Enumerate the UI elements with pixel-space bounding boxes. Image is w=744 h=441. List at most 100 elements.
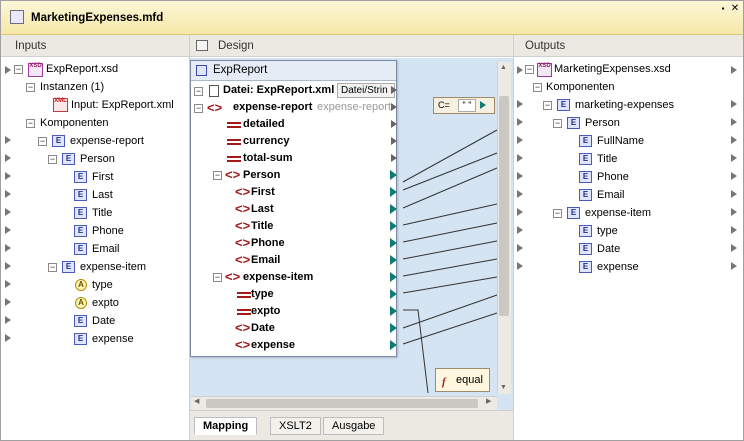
tree-item-person[interactable]: Person [80, 150, 115, 168]
input-port-icon[interactable] [517, 262, 523, 270]
output-port-icon[interactable] [731, 66, 737, 74]
tree-item-email[interactable]: Email [92, 240, 120, 258]
connected-port-icon[interactable] [390, 255, 397, 265]
output-port-icon[interactable] [731, 100, 737, 108]
node-expto[interactable]: expto [251, 303, 280, 320]
input-port-icon[interactable] [517, 154, 523, 162]
collapse-toggle[interactable]: − [14, 65, 23, 74]
tree-item-marketing-expenses[interactable]: marketing-expenses [575, 96, 674, 114]
output-port-icon[interactable] [731, 208, 737, 216]
input-port-icon[interactable] [517, 208, 523, 216]
file-string-button[interactable]: Datei/Strin [337, 83, 395, 98]
node-last[interactable]: Last [251, 201, 274, 218]
tree-item-expense-report[interactable]: expense-report [70, 132, 144, 150]
output-port-icon[interactable] [5, 334, 11, 342]
component-expreport[interactable]: ExpReport − Datei: ExpReport.xml Datei/S… [190, 60, 397, 357]
collapse-toggle[interactable]: − [194, 104, 203, 113]
connected-port-icon[interactable] [390, 306, 397, 316]
connected-port-icon[interactable] [390, 323, 397, 333]
collapse-toggle[interactable]: − [26, 119, 35, 128]
output-port-icon[interactable] [391, 103, 397, 111]
tree-item-expense[interactable]: expense [597, 258, 639, 276]
output-port-icon[interactable] [391, 120, 397, 128]
tree-item-xsd[interactable]: ExpReport.xsd [46, 60, 118, 78]
node-expense[interactable]: expense [251, 337, 295, 354]
input-port-icon[interactable] [517, 100, 523, 108]
collapse-toggle[interactable]: − [38, 137, 47, 146]
input-port-icon[interactable] [517, 244, 523, 252]
tree-item-components[interactable]: Komponenten [546, 78, 615, 96]
scroll-up-icon[interactable]: ▲ [500, 64, 507, 71]
output-port-icon[interactable] [391, 86, 397, 94]
input-port-icon[interactable] [517, 136, 523, 144]
connected-port-icon[interactable] [390, 221, 397, 231]
scroll-right-icon[interactable]: ▶ [486, 397, 491, 405]
node-total-sum[interactable]: total-sum [243, 150, 293, 167]
tree-item-expense-item[interactable]: expense-item [80, 258, 146, 276]
output-port-icon[interactable] [5, 298, 11, 306]
node-date[interactable]: Date [251, 320, 275, 337]
connected-port-icon[interactable] [390, 272, 397, 282]
collapse-toggle[interactable]: − [553, 209, 562, 218]
tree-item-input-xml[interactable]: Input: ExpReport.xml [71, 96, 174, 114]
collapse-toggle[interactable]: − [533, 83, 542, 92]
input-port-icon[interactable] [517, 226, 523, 234]
window-close-icon[interactable]: ✕ [730, 4, 740, 14]
tree-item-xsd[interactable]: MarketingExpenses.xsd [554, 60, 671, 78]
output-port-icon[interactable] [391, 154, 397, 162]
tree-item-date[interactable]: Date [597, 240, 620, 258]
tab-ausgabe[interactable]: Ausgabe [323, 417, 385, 435]
scroll-down-icon[interactable]: ▼ [500, 384, 507, 391]
constant-value[interactable]: " " [458, 99, 476, 112]
output-port-icon[interactable] [731, 136, 737, 144]
constant-component[interactable]: C= " " [433, 97, 495, 114]
node-currency[interactable]: currency [243, 133, 289, 150]
tree-item-phone[interactable]: Phone [92, 222, 124, 240]
output-port-icon[interactable] [731, 118, 737, 126]
tree-item-date[interactable]: Date [92, 312, 115, 330]
collapse-toggle[interactable]: − [553, 119, 562, 128]
tree-item-title[interactable]: Title [597, 150, 617, 168]
tree-item-first[interactable]: First [92, 168, 113, 186]
tree-item-expense[interactable]: expense [92, 330, 134, 348]
tree-item-expto[interactable]: expto [92, 294, 119, 312]
output-port-icon[interactable] [5, 190, 11, 198]
collapse-toggle[interactable]: − [48, 155, 57, 164]
input-port-icon[interactable] [517, 118, 523, 126]
tree-item-fullname[interactable]: FullName [597, 132, 644, 150]
node-detailed[interactable]: detailed [243, 116, 285, 133]
input-port-icon[interactable] [517, 190, 523, 198]
tree-item-email[interactable]: Email [597, 186, 625, 204]
connected-port-icon[interactable] [390, 289, 397, 299]
collapse-toggle[interactable]: − [26, 83, 35, 92]
output-port-icon[interactable] [5, 316, 11, 324]
node-email[interactable]: Email [251, 252, 280, 269]
connected-port-icon[interactable] [390, 238, 397, 248]
output-port-icon[interactable] [5, 172, 11, 180]
output-port-icon[interactable] [731, 226, 737, 234]
tree-item-person[interactable]: Person [585, 114, 620, 132]
tree-item-phone[interactable]: Phone [597, 168, 629, 186]
tree-item-type[interactable]: type [597, 222, 618, 240]
tree-item-title[interactable]: Title [92, 204, 112, 222]
output-port-icon[interactable] [5, 244, 11, 252]
connected-port-icon[interactable] [390, 187, 397, 197]
output-port-icon[interactable] [5, 136, 11, 144]
node-type[interactable]: type [251, 286, 274, 303]
collapse-toggle[interactable]: − [48, 263, 57, 272]
scroll-left-icon[interactable]: ◀ [194, 397, 199, 405]
node-title[interactable]: Title [251, 218, 273, 235]
output-port-icon[interactable] [731, 172, 737, 180]
window-menu-icon[interactable]: ▪ [718, 4, 728, 14]
output-port-icon[interactable] [5, 208, 11, 216]
horizontal-scroll-thumb[interactable] [206, 399, 478, 408]
collapse-toggle[interactable]: − [194, 87, 203, 96]
tree-item-instances[interactable]: Instanzen (1) [40, 78, 104, 96]
output-port-icon[interactable] [391, 137, 397, 145]
tree-item-type[interactable]: type [92, 276, 113, 294]
collapse-toggle[interactable]: − [525, 65, 534, 74]
connected-port-icon[interactable] [390, 340, 397, 350]
output-port-icon[interactable] [5, 66, 11, 74]
node-first[interactable]: First [251, 184, 275, 201]
input-port-icon[interactable] [517, 172, 523, 180]
